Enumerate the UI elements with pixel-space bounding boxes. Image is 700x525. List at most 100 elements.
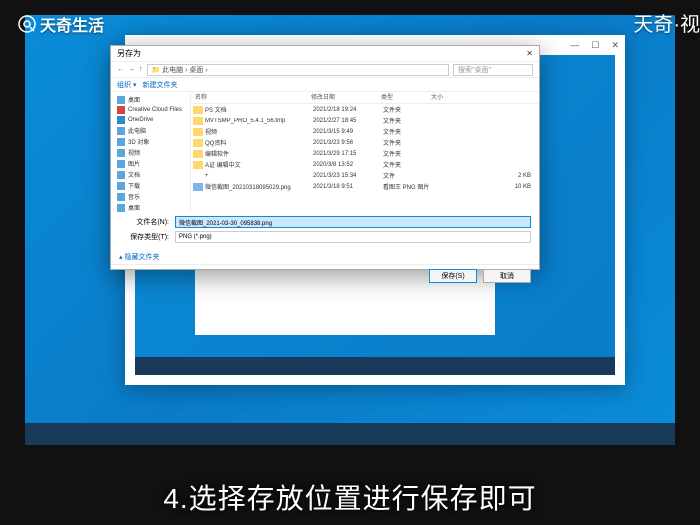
- save-as-dialog: 另存为 ✕ ← → ↑ 📁 此电脑 › 桌面 › 搜索"桌面" 组织 ▾ 新建文…: [110, 45, 540, 270]
- file-name: 微信截图_20210318095029.png: [205, 182, 313, 191]
- folder-icon: [117, 149, 125, 157]
- png-icon: [193, 183, 203, 191]
- sidebar-item-label: 下载: [128, 181, 140, 190]
- folder-icon: [117, 204, 125, 212]
- dialog-close-icon[interactable]: ✕: [526, 49, 533, 58]
- file-name: PS 文档: [205, 105, 313, 114]
- close-icon[interactable]: ✕: [611, 40, 619, 51]
- file-row[interactable]: QQ资料2021/3/23 9:56文件夹: [191, 137, 539, 148]
- file-row[interactable]: 微信截图_20210318095029.png2021/3/18 9:51看图王…: [191, 181, 539, 192]
- file-size: 2 KB: [433, 173, 539, 179]
- breadcrumb[interactable]: 📁 此电脑 › 桌面 ›: [147, 64, 450, 76]
- sidebar-item[interactable]: 桌面: [115, 94, 186, 105]
- filetype-label: 保存类型(T):: [119, 232, 169, 242]
- folder-icon: [117, 182, 125, 190]
- nav-up-icon[interactable]: ↑: [139, 66, 143, 73]
- header-name[interactable]: 名称: [191, 92, 311, 103]
- folder-icon: [193, 150, 203, 158]
- file-date: 2021/2/27 18:45: [313, 118, 383, 124]
- sidebar-item[interactable]: 视频: [115, 147, 186, 158]
- folder-icon: [117, 193, 125, 201]
- file-name: +: [205, 173, 313, 179]
- dialog-nav: ← → ↑ 📁 此电脑 › 桌面 › 搜索"桌面": [111, 62, 539, 78]
- hide-folders-toggle[interactable]: ▴ 隐藏文件夹: [111, 250, 539, 264]
- dialog-buttons: 保存(S) 取消: [111, 264, 539, 287]
- header-type[interactable]: 类型: [381, 92, 431, 103]
- file-row[interactable]: A证 编辑中文2020/3/8 13:52文件夹: [191, 159, 539, 170]
- nav-back-icon[interactable]: ←: [117, 66, 124, 73]
- sidebar-item-label: 3D 对象: [128, 137, 149, 146]
- snip-inner-taskbar: [135, 357, 615, 375]
- header-size[interactable]: 大小: [431, 92, 539, 103]
- monitor-frame: — ☐ ✕ 另存为 ✕ ← → ↑ 📁 此电脑 › 桌面 › 搜索"桌面": [0, 0, 700, 525]
- file-date: 2021/3/18 9:51: [313, 184, 383, 190]
- dialog-toolbar: 组织 ▾ 新建文件夹: [111, 78, 539, 92]
- sidebar-item[interactable]: OneDrive: [115, 115, 186, 125]
- file-name: QQ资料: [205, 138, 313, 147]
- file-row[interactable]: +2021/3/23 15:34文件2 KB: [191, 170, 539, 181]
- folder-icon: [193, 106, 203, 114]
- file-type: 文件夹: [383, 138, 433, 147]
- sidebar-item[interactable]: 图片: [115, 158, 186, 169]
- filetype-select[interactable]: PNG (*.png): [175, 231, 531, 243]
- sidebar-item-label: 视频: [128, 148, 140, 157]
- sidebar-item-label: OneDrive: [128, 117, 153, 123]
- file-row[interactable]: 编辑软件2021/3/29 17:15文件夹: [191, 148, 539, 159]
- brand-icon: [18, 15, 36, 33]
- maximize-icon[interactable]: ☐: [591, 40, 599, 51]
- header-date[interactable]: 修改日期: [311, 92, 381, 103]
- new-folder-button[interactable]: 新建文件夹: [142, 80, 177, 90]
- folder-icon: [117, 138, 125, 146]
- sidebar-item-label: Creative Cloud Files: [128, 107, 182, 113]
- file-type: 文件夹: [383, 127, 433, 136]
- organize-menu[interactable]: 组织 ▾: [117, 80, 136, 90]
- file-row[interactable]: PS 文档2021/2/18 19:24文件夹: [191, 104, 539, 115]
- folder-icon: [117, 96, 125, 104]
- search-input[interactable]: 搜索"桌面": [453, 64, 533, 76]
- folder-icon: [193, 161, 203, 169]
- file-type: 文件夹: [383, 116, 433, 125]
- file-icon: [193, 172, 203, 180]
- file-row[interactable]: 视频2021/3/15 9:49文件夹: [191, 126, 539, 137]
- file-name: MVTSMP_PRO_5.4.1_56.tmp: [205, 118, 313, 124]
- file-type: 文件夹: [383, 160, 433, 169]
- folder-icon: [117, 171, 125, 179]
- file-date: 2021/3/15 9:49: [313, 129, 383, 135]
- sidebar-item[interactable]: Creative Cloud Files: [115, 105, 186, 115]
- nav-forward-icon[interactable]: →: [128, 66, 135, 73]
- filename-label: 文件名(N):: [119, 217, 169, 227]
- folder-icon: [117, 160, 125, 168]
- sidebar-item-label: 桌面: [128, 203, 140, 212]
- monitor-screen: — ☐ ✕ 另存为 ✕ ← → ↑ 📁 此电脑 › 桌面 › 搜索"桌面": [25, 15, 675, 445]
- sidebar-item-label: 此电脑: [128, 126, 146, 135]
- save-button[interactable]: 保存(S): [429, 269, 477, 283]
- dialog-footer: 文件名(N): 微信截图_2021-03-30_095838.png 保存类型(…: [111, 212, 539, 250]
- sidebar-item[interactable]: 桌面: [115, 202, 186, 212]
- sidebar-item-label: 文档: [128, 170, 140, 179]
- sidebar-item[interactable]: 3D 对象: [115, 136, 186, 147]
- dialog-title-text: 另存为: [117, 48, 141, 59]
- file-date: 2021/3/23 15:34: [313, 173, 383, 179]
- filename-input[interactable]: 微信截图_2021-03-30_095838.png: [175, 216, 531, 228]
- file-list: 名称 修改日期 类型 大小 PS 文档2021/2/18 19:24文件夹MVT…: [191, 92, 539, 212]
- cancel-button[interactable]: 取消: [483, 269, 531, 283]
- dialog-titlebar: 另存为 ✕: [111, 46, 539, 62]
- windows-taskbar[interactable]: [25, 423, 675, 445]
- folder-icon: [193, 117, 203, 125]
- sidebar-item[interactable]: 音乐: [115, 191, 186, 202]
- minimize-icon[interactable]: —: [570, 40, 579, 50]
- file-list-header: 名称 修改日期 类型 大小: [191, 92, 539, 104]
- dialog-body: 桌面Creative Cloud FilesOneDrive此电脑3D 对象视频…: [111, 92, 539, 212]
- sidebar-item[interactable]: 下载: [115, 180, 186, 191]
- file-date: 2021/3/29 17:15: [313, 151, 383, 157]
- file-date: 2021/2/18 19:24: [313, 107, 383, 113]
- file-date: 2020/3/8 13:52: [313, 162, 383, 168]
- sidebar-item-label: 图片: [128, 159, 140, 168]
- file-date: 2021/3/23 9:56: [313, 140, 383, 146]
- file-row[interactable]: MVTSMP_PRO_5.4.1_56.tmp2021/2/27 18:45文件…: [191, 115, 539, 126]
- file-name: 视频: [205, 127, 313, 136]
- folder-icon: [193, 128, 203, 136]
- sidebar-item[interactable]: 此电脑: [115, 125, 186, 136]
- file-type: 文件夹: [383, 105, 433, 114]
- sidebar-item[interactable]: 文档: [115, 169, 186, 180]
